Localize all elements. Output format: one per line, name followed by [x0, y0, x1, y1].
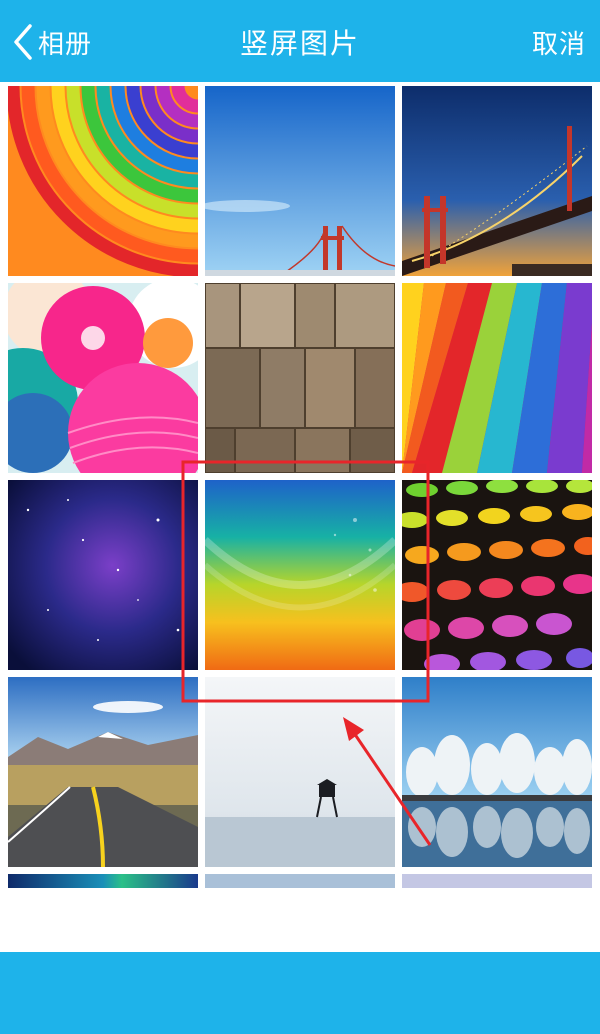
top-bar: 相册 竖屏图片 取消	[0, 0, 600, 82]
wallpaper-thumbnail-galaxy[interactable]	[8, 480, 198, 670]
wallpaper-thumbnail-golden-gate-dusk[interactable]	[402, 86, 592, 276]
wallpaper-thumbnail-rainbow-rays[interactable]	[402, 283, 592, 473]
wallpaper-thumbnail-partial[interactable]	[402, 874, 592, 888]
wallpaper-thumbnail-rainbow-water-drops[interactable]	[205, 480, 395, 670]
wallpaper-thumbnail-lifeguard-tower[interactable]	[205, 677, 395, 867]
wallpaper-thumbnail-partial[interactable]	[205, 874, 395, 888]
wallpaper-thumbnail-partial[interactable]	[8, 874, 198, 888]
wallpaper-thumbnail-golden-gate-blue-sky[interactable]	[205, 86, 395, 276]
wallpaper-grid	[0, 82, 600, 888]
wallpaper-thumbnail-colorful-dots[interactable]	[402, 480, 592, 670]
wallpaper-thumbnail-wood-shingles[interactable]	[205, 283, 395, 473]
wallpaper-thumbnail-paper-lanterns[interactable]	[8, 283, 198, 473]
wallpaper-thumbnail-frosted-trees-lake[interactable]	[402, 677, 592, 867]
wallpaper-thumbnail-rainbow-curves[interactable]	[8, 86, 198, 276]
wallpaper-thumbnail-mountain-road[interactable]	[8, 677, 198, 867]
bottom-bar	[0, 952, 600, 1034]
page-title: 竖屏图片	[239, 27, 360, 60]
cancel-button[interactable]: 取消	[532, 24, 586, 61]
